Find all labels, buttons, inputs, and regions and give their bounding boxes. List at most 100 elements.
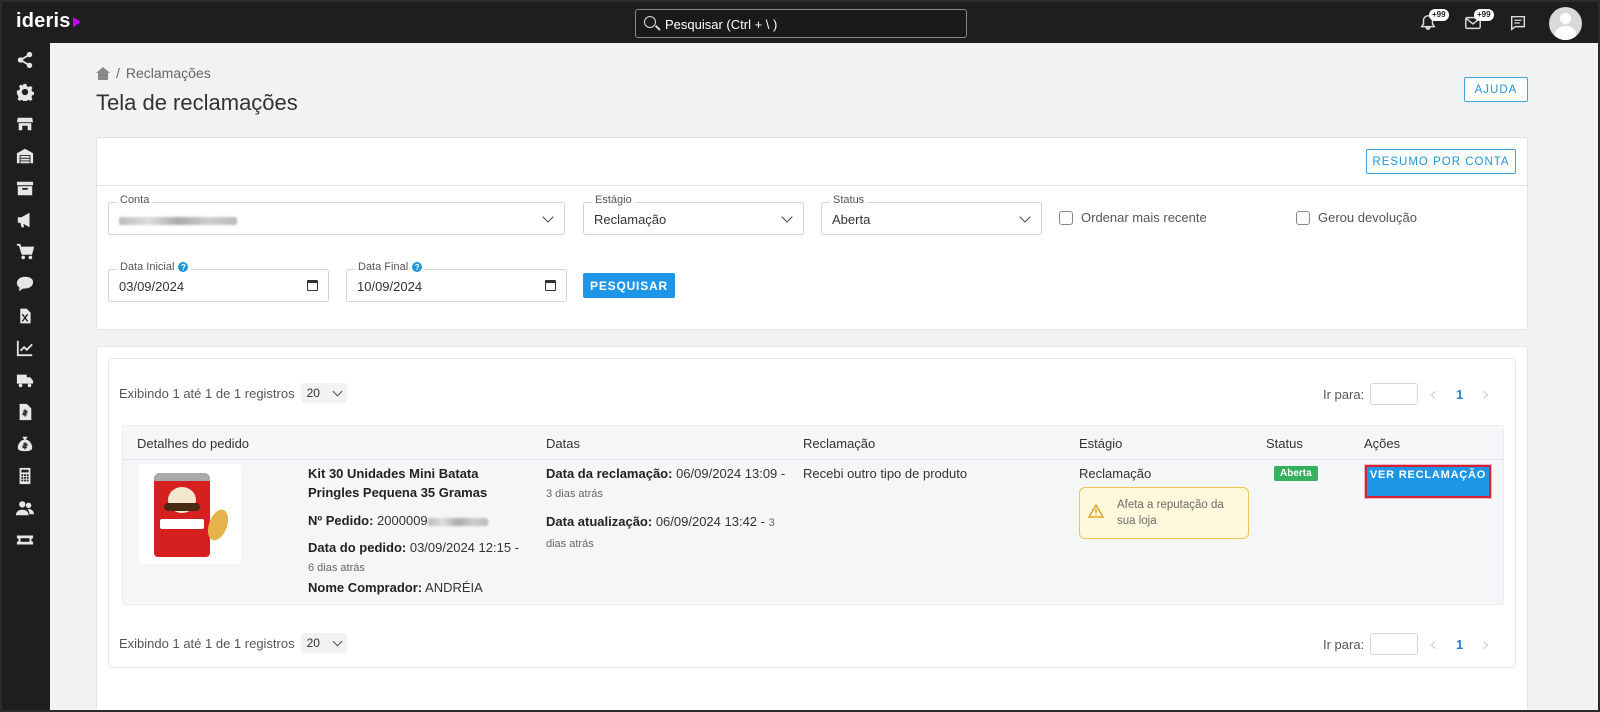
- reputation-warning: Afeta a reputação da sua loja: [1079, 487, 1249, 539]
- help-icon[interactable]: ?: [178, 262, 189, 272]
- end-date-value: 10/09/2024: [357, 279, 423, 294]
- order-recent-label: Ordenar mais recente: [1081, 210, 1207, 225]
- start-date-label: Data Inicial: [120, 261, 175, 273]
- user-avatar[interactable]: [1549, 7, 1582, 40]
- page-size-select[interactable]: 20: [300, 383, 347, 403]
- excel-file-icon[interactable]: [14, 306, 36, 326]
- goto-page-top: Ir para:: [1323, 383, 1419, 405]
- generated-return-label: Gerou devolução: [1318, 210, 1418, 225]
- warning-triangle-icon: [1088, 504, 1104, 518]
- calendar-icon[interactable]: [545, 280, 556, 291]
- money-bag-icon[interactable]: [14, 434, 36, 454]
- results-info-text: Exibindo 1 até 1 de 1 registros: [119, 385, 295, 401]
- invoice-icon[interactable]: [14, 402, 36, 422]
- users-icon[interactable]: [14, 498, 36, 518]
- warning-text: Afeta a reputação da sua loja: [1117, 499, 1224, 527]
- stage-value: Reclamação: [1079, 466, 1152, 481]
- page-size-value: 20: [306, 636, 320, 650]
- account-value-redacted: [119, 216, 237, 225]
- main-content: / Reclamações Tela de reclamações AJUDA …: [50, 43, 1598, 710]
- goto-page-input[interactable]: [1370, 633, 1419, 655]
- home-icon[interactable]: [96, 66, 110, 80]
- order-number: Nº Pedido: 2000009: [308, 511, 523, 530]
- prev-page-icon[interactable]: [1430, 640, 1440, 650]
- pringles-can-image: [154, 473, 210, 557]
- goto-page-input[interactable]: [1370, 383, 1419, 405]
- chevron-down-icon: [781, 211, 793, 223]
- notifications-button[interactable]: +99: [1419, 9, 1449, 34]
- help-icon[interactable]: ?: [412, 262, 423, 272]
- breadcrumb: / Reclamações: [96, 65, 211, 81]
- top-bar: ideris Pesquisar (Ctrl + \ ) +99 +99: [2, 2, 1598, 43]
- gear-icon[interactable]: [14, 82, 36, 102]
- prev-page-icon[interactable]: [1430, 390, 1440, 400]
- order-number-redacted: [427, 517, 488, 526]
- ticket-icon[interactable]: [14, 530, 36, 550]
- buyer-name: Nome Comprador: ANDRÉIA: [308, 580, 483, 595]
- chevron-down-icon: [332, 636, 343, 646]
- checkbox-box[interactable]: [1296, 210, 1310, 225]
- results-card: Exibindo 1 até 1 de 1 registros 20 Ir pa…: [96, 346, 1528, 710]
- store-icon[interactable]: [14, 114, 36, 134]
- generated-return-checkbox[interactable]: Gerou devolução: [1296, 210, 1417, 225]
- calendar-icon[interactable]: [307, 280, 318, 291]
- help-button[interactable]: AJUDA: [1464, 77, 1528, 102]
- megaphone-icon[interactable]: [14, 210, 36, 230]
- end-date-label-group: Data Final?: [355, 261, 426, 273]
- breadcrumb-separator: /: [116, 65, 120, 81]
- goto-label: Ir para:: [1323, 386, 1365, 402]
- column-header: Status: [1266, 436, 1303, 451]
- chat-bubbles-icon[interactable]: [14, 274, 36, 294]
- current-page[interactable]: 1: [1456, 387, 1463, 402]
- page-size-select[interactable]: 20: [300, 633, 347, 653]
- status-select[interactable]: Status Aberta: [821, 194, 1042, 235]
- search-button[interactable]: PESQUISAR: [583, 273, 675, 298]
- filters-card: RESUMO POR CONTA Conta Estágio Reclamaçã…: [96, 137, 1528, 330]
- search-input[interactable]: Pesquisar (Ctrl + \ ): [635, 9, 967, 38]
- chart-line-icon[interactable]: [14, 338, 36, 358]
- chevron-down-icon: [542, 211, 554, 223]
- status-badge: Aberta: [1274, 466, 1318, 481]
- start-date-value: 03/09/2024: [119, 279, 185, 294]
- claim-reason: Recebi outro tipo de produto: [803, 466, 968, 481]
- stage-select[interactable]: Estágio Reclamação: [583, 194, 804, 235]
- column-header: Estágio: [1079, 436, 1123, 451]
- results-info-bottom: Exibindo 1 até 1 de 1 registros 20: [119, 633, 347, 653]
- summary-by-account-button[interactable]: RESUMO POR CONTA: [1366, 149, 1516, 174]
- search-icon: [644, 16, 656, 28]
- goto-label: Ir para:: [1323, 636, 1365, 652]
- next-page-icon[interactable]: [1479, 390, 1489, 400]
- warehouse-icon[interactable]: [14, 146, 36, 166]
- search-placeholder: Pesquisar (Ctrl + \ ): [665, 17, 778, 32]
- next-page-icon[interactable]: [1479, 640, 1489, 650]
- logo-triangle-icon: [72, 16, 81, 27]
- archive-icon[interactable]: [14, 178, 36, 198]
- start-date-field[interactable]: Data Inicial? 03/09/2024: [108, 261, 329, 302]
- calculator-icon[interactable]: [14, 466, 36, 486]
- truck-icon[interactable]: [14, 370, 36, 390]
- account-label: Conta: [117, 194, 153, 206]
- chevron-down-icon: [332, 386, 343, 396]
- results-info-top: Exibindo 1 até 1 de 1 registros 20: [119, 383, 347, 403]
- messages-button[interactable]: +99: [1464, 9, 1494, 34]
- chat-button[interactable]: [1509, 14, 1529, 34]
- account-select[interactable]: Conta: [108, 194, 565, 235]
- start-date-label-group: Data Inicial?: [117, 261, 192, 273]
- product-title[interactable]: Kit 30 Unidades Mini Batata Pringles Peq…: [308, 464, 523, 502]
- logo[interactable]: ideris: [16, 10, 81, 33]
- checkbox-box[interactable]: [1059, 210, 1073, 225]
- view-claim-button[interactable]: VER RECLAMAÇÃO: [1365, 465, 1491, 498]
- current-page[interactable]: 1: [1456, 637, 1463, 652]
- column-header: Reclamação: [803, 436, 876, 451]
- order-recent-checkbox[interactable]: Ordenar mais recente: [1059, 210, 1207, 225]
- claims-table: Detalhes do pedido Datas Reclamação Está…: [122, 425, 1504, 605]
- results-inner: Exibindo 1 até 1 de 1 registros 20 Ir pa…: [108, 358, 1516, 668]
- cart-icon[interactable]: [14, 242, 36, 262]
- end-date-field[interactable]: Data Final? 10/09/2024: [346, 261, 567, 302]
- messages-badge: +99: [1474, 9, 1494, 21]
- share-icon[interactable]: [14, 50, 36, 70]
- column-header: Ações: [1364, 436, 1401, 451]
- status-label: Status: [830, 194, 868, 206]
- status-value: Aberta: [832, 212, 871, 227]
- end-date-label: Data Final: [358, 261, 409, 273]
